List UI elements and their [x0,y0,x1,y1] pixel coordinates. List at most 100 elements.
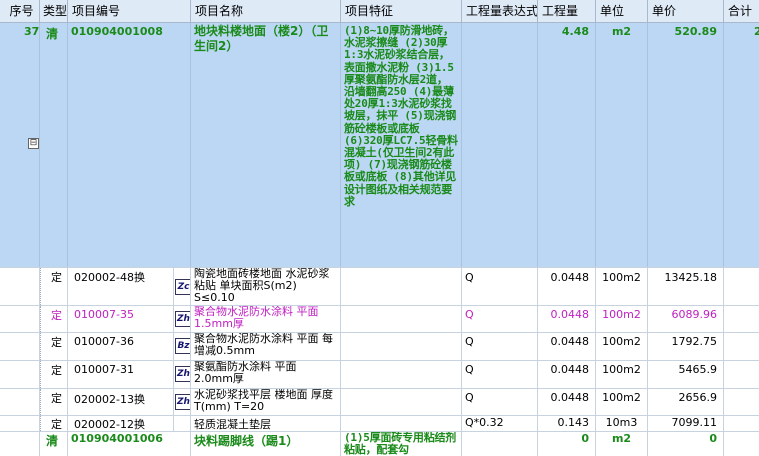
row-type: 清 [40,23,68,267]
row-price[interactable]: 13425.18 [648,268,724,305]
table-row-selected[interactable]: 37 ⊟ 清 010904001008 地块料楼地面（楼2）（卫生间2） (1)… [0,23,759,268]
row-qty[interactable]: 0.0448 [538,361,596,388]
row-code[interactable]: 020002-12换 [68,416,174,431]
row-total [724,306,759,332]
row-code[interactable]: 010904001008 [68,23,191,267]
row-unit: 100m2 [596,389,648,415]
zc-icon[interactable]: Zc [175,279,190,295]
row-qty[interactable]: 0.0448 [538,268,596,305]
row-expr[interactable] [462,432,538,456]
row-total [724,333,759,360]
row-name[interactable]: 水泥砂浆找平层 楼地面 厚度T(mm) T=20 [191,389,341,415]
row-unit: 100m2 [596,268,648,305]
row-qty[interactable]: 4.48 [538,23,596,267]
header-feature[interactable]: 项目特征 [341,0,462,22]
header-expr[interactable]: 工程量表达式 [462,0,538,22]
row-unit: m2 [596,432,648,456]
row-code[interactable]: 020002-13换 [68,389,174,415]
row-feature[interactable] [341,268,462,305]
row-code[interactable]: 010904001006 [68,432,191,456]
row-feature[interactable]: (1)5厚面砖专用粘结剂粘贴，配套勾 [341,432,462,456]
table-row[interactable]: 定 020002-12换 轻质混凝土垫层 Q*0.32 0.143 10m3 7… [0,416,759,432]
row-price[interactable]: 2656.9 [648,389,724,415]
header-total[interactable]: 合计 [724,0,759,22]
row-seq-empty [0,306,40,332]
row-type: 定 [40,416,68,431]
row-feature[interactable] [341,416,462,431]
header-code[interactable]: 项目编号 [68,0,191,22]
zh-icon-cell: Zh [174,361,191,388]
row-qty[interactable]: 0.0448 [538,306,596,332]
row-price[interactable]: 520.89 [648,23,724,267]
row-code[interactable]: 010007-36 [68,333,174,360]
row-unit: 100m2 [596,306,648,332]
row-expr[interactable]: Q [462,268,538,305]
header-type[interactable]: 类型 [40,0,68,22]
row-type: 清 [40,432,68,456]
row-price[interactable]: 0 [648,432,724,456]
row-total [724,389,759,415]
row-total [724,268,759,305]
row-price[interactable]: 6089.96 [648,306,724,332]
table-row[interactable]: 定 010007-31 Zh 聚氨酯防水涂料 平面 2.0mm厚 Q 0.044… [0,361,759,389]
row-feature[interactable] [341,361,462,388]
row-qty[interactable]: 0.143 [538,416,596,431]
row-type: 定 [40,268,68,305]
row-code[interactable]: 010007-35 [68,306,174,332]
table-header: 序号 类型 项目编号 项目名称 项目特征 工程量表达式 工程量 单位 单价 合计 [0,0,759,23]
table-row[interactable]: 定 010007-36 Bz 聚合物水泥防水涂料 平面 每增减0.5mm Q 0… [0,333,759,361]
table-row[interactable]: 定 010007-35 Zh 聚合物水泥防水涂料 平面 1.5mm厚 Q 0.0… [0,306,759,333]
row-code[interactable]: 020002-48换 [68,268,174,305]
row-price[interactable]: 5465.9 [648,361,724,388]
zc-icon-cell: Zc [174,268,191,305]
row-total [724,361,759,388]
row-type: 定 [40,306,68,332]
row-seq-empty [0,333,40,360]
row-qty[interactable]: 0.0448 [538,333,596,360]
row-expr[interactable]: Q*0.32 [462,416,538,431]
row-expr[interactable]: Q [462,333,538,360]
row-unit: 10m3 [596,416,648,431]
header-unit[interactable]: 单位 [596,0,648,22]
header-seq[interactable]: 序号 [0,0,40,22]
row-name[interactable]: 聚合物水泥防水涂料 平面 每增减0.5mm [191,333,341,360]
row-seq-empty [0,268,40,305]
row-seq-empty [0,389,40,415]
row-feature[interactable] [341,333,462,360]
row-name[interactable]: 轻质混凝土垫层 [191,416,341,431]
row-expr[interactable]: Q [462,306,538,332]
zh-icon[interactable]: Zh [175,394,190,410]
row-name[interactable]: 地块料楼地面（楼2）（卫生间2） [191,23,341,267]
row-expr[interactable] [462,23,538,267]
table-row[interactable]: 定 020002-13换 Zh 水泥砂浆找平层 楼地面 厚度T(mm) T=20… [0,389,759,416]
row-feature[interactable] [341,306,462,332]
row-seq: 37 [24,25,40,38]
row-price[interactable]: 7099.11 [648,416,724,431]
row-seq-empty [0,416,40,431]
row-qty[interactable]: 0 [538,432,596,456]
header-name[interactable]: 项目名称 [191,0,341,22]
zh-icon[interactable]: Zh [175,311,190,327]
row-expr[interactable]: Q [462,361,538,388]
zh-icon[interactable]: Zh [175,366,190,382]
row-name[interactable]: 块料踢脚线（踢1） [191,432,341,456]
bz-icon[interactable]: Bz [175,338,190,354]
row-qty[interactable]: 0.0448 [538,389,596,415]
row-price[interactable]: 1792.75 [648,333,724,360]
row-feature[interactable] [341,389,462,415]
row-expr[interactable]: Q [462,389,538,415]
row-type: 定 [40,333,68,360]
zh-icon-cell: Zh [174,306,191,332]
table-row[interactable]: 定 020002-48换 Zc 陶瓷地面砖楼地面 水泥砂浆粘贴 单块面积S(m2… [0,268,759,306]
table-row[interactable]: 清 010904001006 块料踢脚线（踢1） (1)5厚面砖专用粘结剂粘贴，… [0,432,759,456]
row-name[interactable]: 陶瓷地面砖楼地面 水泥砂浆粘贴 单块面积S(m2) S≤0.10 [191,268,341,305]
row-name[interactable]: 聚氨酯防水涂料 平面 2.0mm厚 [191,361,341,388]
collapse-toggle-icon[interactable]: ⊟ [28,138,39,149]
header-price[interactable]: 单价 [648,0,724,22]
row-total [724,432,759,456]
row-feature[interactable]: (1)8~10厚防滑地砖，水泥浆擦缝 (2)30厚1:3水泥砂浆结合层，表面撒水… [341,23,462,267]
row-name[interactable]: 聚合物水泥防水涂料 平面 1.5mm厚 [191,306,341,332]
header-qty[interactable]: 工程量 [538,0,596,22]
row-code[interactable]: 010007-31 [68,361,174,388]
row-seq-empty [0,432,40,456]
